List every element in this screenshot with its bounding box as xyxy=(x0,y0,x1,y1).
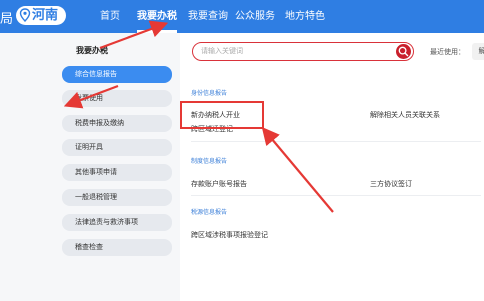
sidebar-item-tax-refund[interactable]: 一般退税管理 xyxy=(62,189,172,206)
item-tripartite-agreement[interactable]: 三方协议签订 xyxy=(370,179,412,189)
sidebar-item-legal-remedy[interactable]: 法律追责与救济事项 xyxy=(62,214,172,231)
region-selector[interactable]: 河南 xyxy=(16,6,66,25)
section-divider xyxy=(191,141,481,142)
annotation-highlight-box xyxy=(180,101,264,129)
region-label: 河南 xyxy=(32,8,59,23)
section-title-tax-source: 税源信息报告 xyxy=(191,209,228,216)
sidebar-item-tax-filing[interactable]: 税费申报及缴纳 xyxy=(62,115,172,132)
main-content: 请输入关键词 最近使用： 解 身份信息报告 新办纳税人开业 解除相关人员关联关系… xyxy=(180,33,484,301)
location-pin-icon xyxy=(19,8,31,22)
nav-tax-handling[interactable]: 我要办税 xyxy=(137,0,177,33)
sidebar-item-inspection[interactable]: 稽查检查 xyxy=(62,239,172,256)
sidebar-item-invoice-use[interactable]: 发票使用 xyxy=(62,90,172,107)
item-cross-region-verification[interactable]: 跨区域涉税事项报验登记 xyxy=(191,230,268,240)
search-icon xyxy=(398,46,409,57)
brand-text: 局 xyxy=(0,12,14,27)
section-title-system: 制度信息报告 xyxy=(191,158,228,165)
section-title-identity: 身份信息报告 xyxy=(191,90,228,97)
nav-home[interactable]: 首页 xyxy=(100,0,120,33)
section-divider xyxy=(191,195,481,196)
sidebar: 我要办税 综合信息报告 发票使用 税费申报及缴纳 证明开具 其他事项申请 一般退… xyxy=(0,33,180,301)
top-nav-bar: 局 河南 首页 我要办税 我要查询 公众服务 地方特色 xyxy=(0,0,484,33)
nav-local-features[interactable]: 地方特色 xyxy=(285,0,325,33)
item-bank-account-report[interactable]: 存款账户账号报告 xyxy=(191,179,247,189)
nav-public-service[interactable]: 公众服务 xyxy=(235,0,275,33)
sidebar-item-certificates[interactable]: 证明开具 xyxy=(62,139,172,156)
item-remove-relation[interactable]: 解除相关人员关联关系 xyxy=(370,110,440,120)
sidebar-item-other-applications[interactable]: 其他事项申请 xyxy=(62,164,172,181)
sidebar-title: 我要办税 xyxy=(76,46,108,55)
search-input[interactable]: 请输入关键词 xyxy=(201,43,243,60)
search-field[interactable]: 请输入关键词 xyxy=(192,42,414,61)
nav-query[interactable]: 我要查询 xyxy=(188,0,228,33)
sidebar-item-comprehensive-report[interactable]: 综合信息报告 xyxy=(62,66,172,83)
recent-used-label: 最近使用： xyxy=(430,48,465,56)
recent-used-chip[interactable]: 解 xyxy=(472,43,484,60)
search-button[interactable] xyxy=(396,44,411,59)
